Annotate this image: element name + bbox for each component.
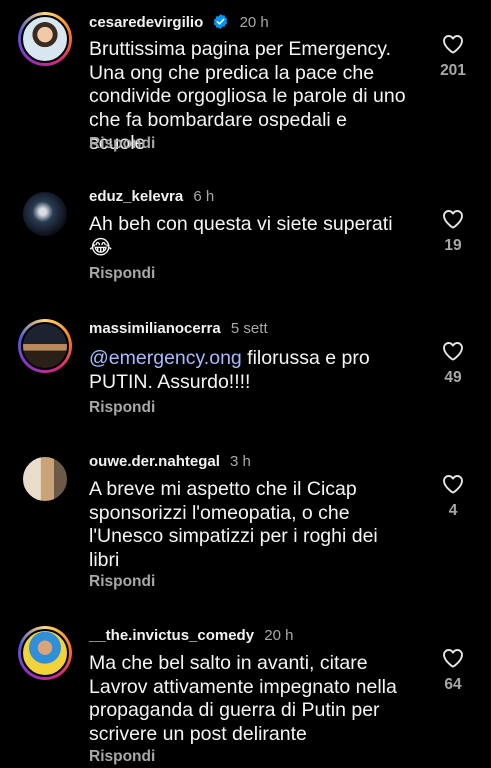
reply-button[interactable]: Rispondi xyxy=(89,399,155,417)
heart-outline-icon[interactable] xyxy=(441,32,465,56)
timestamp: 6 h xyxy=(193,188,215,205)
comment-text: Ma che bel salto in avanti, citare Lavro… xyxy=(89,652,397,745)
verified-badge-icon xyxy=(214,14,228,29)
avatar[interactable] xyxy=(18,452,72,506)
avatar[interactable] xyxy=(18,319,72,373)
comment-text: Ah beh con questa vi siete superati 😂 xyxy=(89,213,393,259)
comment-text: @emergency.ong filorussa e pro PUTIN. As… xyxy=(89,347,370,393)
avatar[interactable] xyxy=(18,187,72,241)
like-button[interactable]: 19 xyxy=(428,207,478,255)
username[interactable]: __the.invictus_comedy xyxy=(89,627,254,644)
heart-outline-icon[interactable] xyxy=(441,207,465,231)
like-button[interactable]: 49 xyxy=(428,339,478,387)
laughing-emoji: 😂 xyxy=(89,236,113,259)
like-count: 201 xyxy=(440,62,466,79)
timestamp: 3 h xyxy=(230,453,251,470)
mention-link[interactable]: @emergency.ong xyxy=(89,347,242,369)
username[interactable]: eduz_kelevra xyxy=(89,188,183,205)
avatar[interactable] xyxy=(18,626,72,680)
avatar[interactable] xyxy=(18,12,72,66)
timestamp: 20 h xyxy=(264,627,294,644)
like-count: 49 xyxy=(444,369,462,386)
reply-button[interactable]: Rispondi xyxy=(89,265,155,283)
heart-outline-icon[interactable] xyxy=(441,339,465,363)
like-button[interactable]: 4 xyxy=(428,472,478,520)
username[interactable]: massimilianocerra xyxy=(89,320,221,337)
heart-outline-icon[interactable] xyxy=(441,646,465,670)
like-count: 4 xyxy=(448,502,458,519)
like-count: 64 xyxy=(444,676,462,693)
username[interactable]: cesaredevirgilio xyxy=(89,14,203,31)
like-button[interactable]: 201 xyxy=(428,32,478,80)
heart-outline-icon[interactable] xyxy=(441,472,465,496)
reply-button[interactable]: Rispondi xyxy=(89,573,155,591)
reply-button[interactable]: Rispondi xyxy=(89,135,155,153)
like-button[interactable]: 64 xyxy=(428,646,478,694)
timestamp: 5 sett xyxy=(230,320,268,337)
like-count: 19 xyxy=(444,237,462,254)
comment-text: A breve mi aspetto che il Cicap sponsori… xyxy=(89,478,378,571)
timestamp: 20 h xyxy=(239,14,269,31)
reply-button[interactable]: Rispondi xyxy=(89,748,155,766)
username[interactable]: ouwe.der.nahtegal xyxy=(89,453,220,470)
